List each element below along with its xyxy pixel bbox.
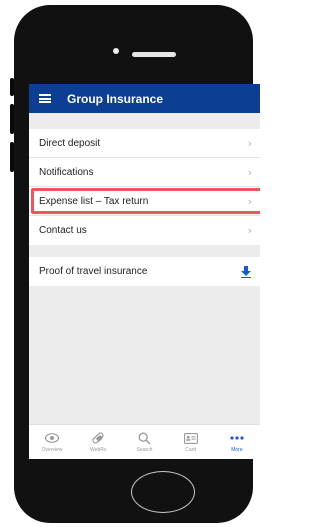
tab-label: Search [136,447,153,453]
chevron-right-icon: › [247,224,252,237]
mute-switch [10,78,14,96]
menu-item-label: Direct deposit [39,137,101,149]
home-button[interactable] [131,471,195,513]
documents-list: Proof of travel insurance [29,257,260,286]
tab-label: Overview [41,447,63,453]
hamburger-menu-icon[interactable] [39,94,51,103]
chevron-right-icon: › [247,165,252,179]
eye-icon [45,431,60,445]
app-screen: Group Insurance Direct deposit › Notific… [29,84,260,459]
volume-up-button [10,104,14,134]
more-icon [230,431,244,445]
app-bar: Group Insurance [29,84,260,113]
menu-item-direct-deposit[interactable]: Direct deposit › [29,129,260,158]
tab-card[interactable]: Card [168,425,214,459]
tab-label: WebRx [90,447,107,453]
settings-menu-list: Direct deposit › Notifications › Expense… [29,129,260,245]
card-icon [183,431,198,445]
camera [113,48,119,54]
menu-item-expense-list[interactable]: Expense list – Tax return › [29,187,260,216]
chevron-right-icon: › [247,136,252,150]
menu-item-contact-us[interactable]: Contact us › [29,216,260,245]
volume-down-button [10,142,14,172]
download-icon[interactable] [240,265,252,278]
tab-webrx[interactable]: WebRx [75,425,121,459]
speaker [132,52,176,57]
app-title: Group Insurance [67,91,164,106]
tab-more[interactable]: More [214,425,260,459]
tab-overview[interactable]: Overview [29,425,75,459]
tab-search[interactable]: Search [121,425,167,459]
chevron-right-icon: › [247,194,252,208]
menu-item-label: Contact us [39,225,87,236]
bottom-tab-bar: Overview WebRx Search Card More [29,424,260,459]
menu-item-label: Notifications [39,166,94,178]
tab-label: Card [185,447,197,453]
menu-item-label: Expense list – Tax return [39,195,149,207]
menu-item-label: Proof of travel insurance [39,266,148,277]
tab-label: More [231,447,243,453]
search-icon [138,431,151,445]
menu-item-proof-of-travel-insurance[interactable]: Proof of travel insurance [29,257,260,286]
pill-icon [91,431,105,445]
menu-item-notifications[interactable]: Notifications › [29,158,260,187]
